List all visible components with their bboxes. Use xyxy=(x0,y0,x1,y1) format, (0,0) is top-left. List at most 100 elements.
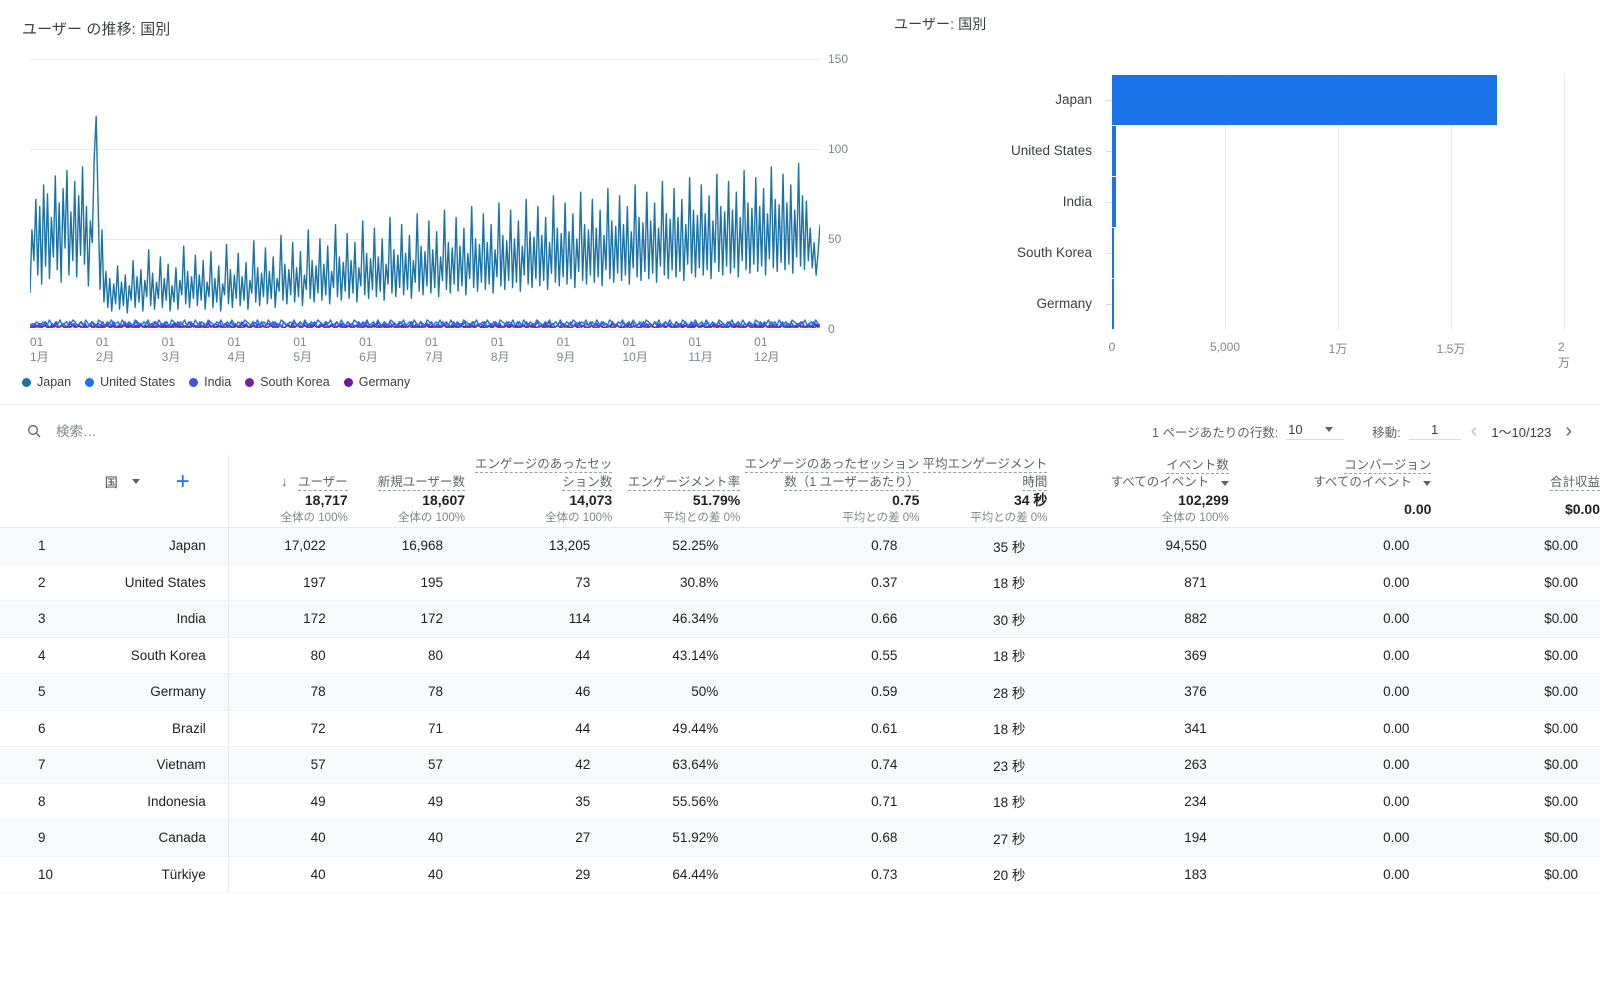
table-row[interactable]: 6Brazil72714449.44%0.6118 秒3410.00$0.00 xyxy=(0,710,1600,747)
legend-item[interactable]: India xyxy=(189,375,231,389)
cell-new-users: 49 xyxy=(348,783,465,820)
row-country-name[interactable]: Germany xyxy=(55,674,228,711)
table-row[interactable]: 8Indonesia49493555.56%0.7118 秒2340.00$0.… xyxy=(0,783,1600,820)
legend-color-dot xyxy=(22,378,31,387)
y-axis-tick: 0 xyxy=(828,322,835,336)
rows-per-page-select[interactable]: 10 xyxy=(1286,422,1344,440)
row-country-name[interactable]: South Korea xyxy=(55,637,228,674)
cell-conversions: 0.00 xyxy=(1229,856,1432,893)
row-index: 1 xyxy=(0,528,55,565)
cell-sessions-per-user: 0.68 xyxy=(740,820,919,857)
cell-users: 197 xyxy=(228,564,347,601)
cell-engagement-rate: 50% xyxy=(612,674,740,711)
chevron-down-icon[interactable] xyxy=(132,479,140,484)
cell-event-count: 183 xyxy=(1047,856,1228,893)
cell-event-count: 94,550 xyxy=(1047,528,1228,565)
col-header-conversions[interactable]: コンバージョン すべてのイベント xyxy=(1229,455,1432,491)
cell-sessions-per-user: 0.37 xyxy=(740,564,919,601)
row-country-name[interactable]: United States xyxy=(55,564,228,601)
charts-row: ユーザー の推移: 国別 050100150 011月012月013月014月0… xyxy=(0,0,1600,404)
table-row[interactable]: 5Germany78784650%0.5928 秒3760.00$0.00 xyxy=(0,674,1600,711)
cell-sessions-per-user: 0.71 xyxy=(740,783,919,820)
col-header-avg-engagement-time[interactable]: 平均エンゲージメント時間 xyxy=(919,455,1047,491)
row-country-name[interactable]: Canada xyxy=(55,820,228,857)
next-page-button[interactable]: › xyxy=(1555,421,1582,441)
row-country-name[interactable]: Japan xyxy=(55,528,228,565)
bar[interactable] xyxy=(1112,279,1114,329)
cell-conversions: 0.00 xyxy=(1229,601,1432,638)
prev-page-button[interactable]: ‹ xyxy=(1461,421,1488,441)
x-axis-tick: 0 xyxy=(1109,340,1116,354)
summary-value: 18,607 xyxy=(348,491,465,510)
table-row[interactable]: 4South Korea80804443.14%0.5518 秒3690.00$… xyxy=(0,637,1600,674)
col-header-engagement-rate[interactable]: エンゲージメント率 xyxy=(612,455,740,491)
bar-chart-area: JapanUnited StatesIndiaSouth KoreaGerman… xyxy=(894,50,1584,380)
bar[interactable] xyxy=(1112,177,1116,227)
cell-engaged-sessions: 46 xyxy=(465,674,612,711)
legend-item[interactable]: Japan xyxy=(22,375,71,389)
cell-engaged-sessions: 27 xyxy=(465,820,612,857)
col-header-users[interactable]: ↓ ユーザー xyxy=(228,455,347,491)
row-country-name[interactable]: Brazil xyxy=(55,710,228,747)
legend-item[interactable]: Germany xyxy=(344,375,410,389)
cell-sessions-per-user: 0.74 xyxy=(740,747,919,784)
col-header-total-revenue[interactable]: 合計収益 xyxy=(1431,455,1600,491)
col-header-label: エンゲージメント率 xyxy=(628,475,740,491)
table-row[interactable]: 2United States1971957330.8%0.3718 秒8710.… xyxy=(0,564,1600,601)
x-tick-month: 5月 xyxy=(293,350,312,365)
cell-conversions: 0.00 xyxy=(1229,747,1432,784)
col-header-sub[interactable]: すべてのイベント xyxy=(1047,474,1228,491)
search-input[interactable] xyxy=(54,423,358,440)
cell-conversions: 0.00 xyxy=(1229,674,1432,711)
dimension-name[interactable]: 国 xyxy=(105,472,118,491)
row-country-name[interactable]: Indonesia xyxy=(55,783,228,820)
dimension-header-cell: 国 + xyxy=(0,455,228,491)
chevron-down-icon[interactable] xyxy=(1423,481,1431,486)
x-axis-tick: 016月 xyxy=(359,335,378,365)
row-index: 6 xyxy=(0,710,55,747)
bar[interactable] xyxy=(1112,126,1116,176)
cell-event-count: 194 xyxy=(1047,820,1228,857)
table-row[interactable]: 3India17217211446.34%0.6630 秒8820.00$0.0… xyxy=(0,601,1600,638)
col-header-event-count[interactable]: イベント数 すべてのイベント xyxy=(1047,455,1228,491)
table-row[interactable]: 10Türkiye40402964.44%0.7320 秒1830.00$0.0… xyxy=(0,856,1600,893)
x-axis-tick: 013月 xyxy=(162,335,181,365)
cell-users: 49 xyxy=(228,783,347,820)
legend-label: South Korea xyxy=(260,375,330,389)
col-header-new-users[interactable]: 新規ユーザー数 xyxy=(348,455,465,491)
cell-sessions-per-user: 0.59 xyxy=(740,674,919,711)
summary-sub: 全体の 100% xyxy=(465,510,612,527)
col-header-sub[interactable]: すべてのイベント xyxy=(1229,474,1432,491)
table-row[interactable]: 1Japan17,02216,96813,20552.25%0.7835 秒94… xyxy=(0,528,1600,565)
x-axis-tick: 5,000 xyxy=(1210,340,1240,354)
legend-color-dot xyxy=(344,378,353,387)
goto-page-input[interactable]: 1 xyxy=(1409,422,1461,440)
plus-icon[interactable]: + xyxy=(140,474,218,490)
legend-item[interactable]: United States xyxy=(85,375,175,389)
bar[interactable] xyxy=(1112,75,1497,125)
legend-item[interactable]: South Korea xyxy=(245,375,330,389)
cell-engagement-rate: 63.64% xyxy=(612,747,740,784)
x-axis-tick: 011月 xyxy=(30,335,49,365)
col-header-sessions-per-user[interactable]: エンゲージのあったセッション数（1 ユーザーあたり） xyxy=(740,455,919,491)
cell-users: 172 xyxy=(228,601,347,638)
row-country-name[interactable]: Vietnam xyxy=(55,747,228,784)
cell-avg-engagement-time: 27 秒 xyxy=(919,820,1047,857)
x-tick-month: 6月 xyxy=(359,350,378,365)
x-tick-month: 7月 xyxy=(425,350,444,365)
summary-dimension-cell xyxy=(0,491,228,528)
bar[interactable] xyxy=(1112,228,1114,278)
col-header-engaged-sessions[interactable]: エンゲージのあったセッション数 xyxy=(465,455,612,491)
cell-avg-engagement-time: 23 秒 xyxy=(919,747,1047,784)
row-country-name[interactable]: Türkiye xyxy=(55,856,228,893)
table-row[interactable]: 7Vietnam57574263.64%0.7423 秒2630.00$0.00 xyxy=(0,747,1600,784)
cell-total-revenue: $0.00 xyxy=(1431,856,1600,893)
chevron-down-icon[interactable] xyxy=(1221,481,1229,486)
table-row[interactable]: 9Canada40402751.92%0.6827 秒1940.00$0.00 xyxy=(0,820,1600,857)
summary-value: $0.00 xyxy=(1431,500,1600,519)
summary-cell-new-users: 18,607 全体の 100% xyxy=(348,491,465,528)
cell-avg-engagement-time: 18 秒 xyxy=(919,710,1047,747)
summary-value: 51.79% xyxy=(612,491,740,510)
row-country-name[interactable]: India xyxy=(55,601,228,638)
arrow-down-icon: ↓ xyxy=(281,474,288,489)
